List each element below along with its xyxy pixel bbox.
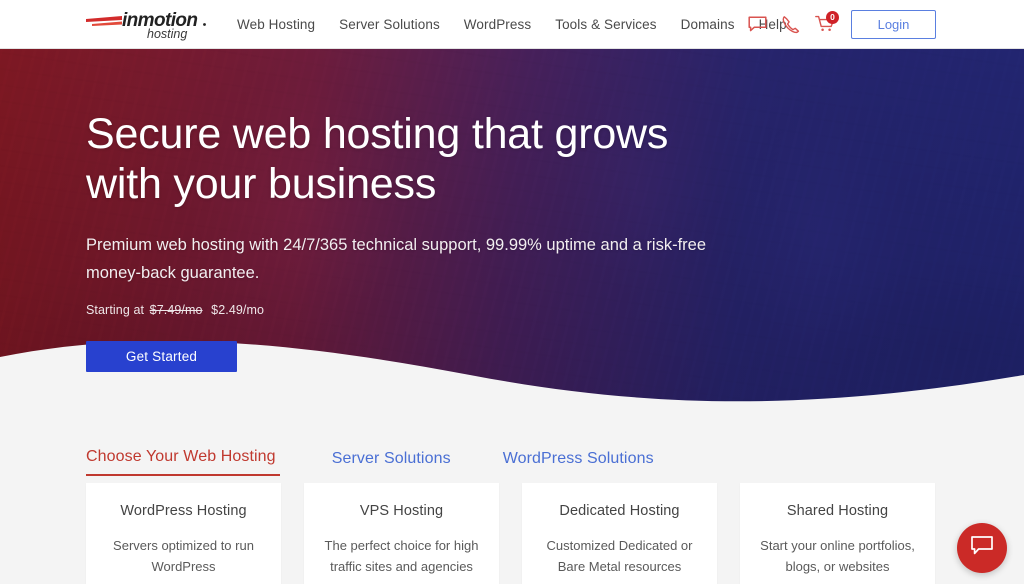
cart-count-badge: 0 (826, 10, 839, 24)
chat-fab[interactable] (957, 523, 1007, 573)
inmotion-hosting-logo[interactable]: inmotion hosting (86, 7, 210, 41)
chat-icon[interactable] (745, 12, 769, 38)
get-started-button[interactable]: Get Started (86, 341, 237, 372)
hero-section: Secure web hosting that grows with your … (0, 49, 1024, 409)
nav-item-server-solutions[interactable]: Server Solutions (327, 17, 452, 32)
nav-item-domains[interactable]: Domains (669, 17, 747, 32)
card-title: Shared Hosting (786, 503, 889, 519)
page-root: inmotion hosting Web Hosting Server Solu… (0, 0, 1024, 584)
price-original: $7.49/mo (149, 303, 203, 317)
hosting-card[interactable]: Shared Hosting Start your online portfol… (740, 483, 935, 584)
phone-icon[interactable] (779, 12, 803, 38)
card-title: Dedicated Hosting (559, 503, 680, 519)
cart-icon[interactable]: 0 (813, 10, 839, 38)
tab-wordpress-solutions[interactable]: WordPress Solutions (503, 450, 654, 476)
hero-title-line-2: with your business (86, 160, 437, 208)
card-title: WordPress Hosting (120, 503, 247, 519)
site-header: inmotion hosting Web Hosting Server Solu… (0, 0, 1024, 49)
login-button[interactable]: Login (851, 10, 936, 39)
nav-item-web-hosting[interactable]: Web Hosting (237, 17, 327, 32)
hero-content: Secure web hosting that grows with your … (86, 109, 766, 372)
chat-bubble-icon (970, 535, 994, 562)
nav-item-tools-services[interactable]: Tools & Services (543, 17, 668, 32)
card-description: Customized Dedicated or Bare Metal resou… (546, 538, 693, 574)
card-description: Servers optimized to run WordPress (113, 538, 254, 574)
hosting-card[interactable]: VPS Hosting The perfect choice for high … (304, 483, 499, 584)
tab-choose-your-web-hosting[interactable]: Choose Your Web Hosting (86, 448, 280, 476)
hosting-card-list: WordPress Hosting Servers optimized to r… (86, 483, 942, 584)
hero-subtitle: Premium web hosting with 24/7/365 techni… (86, 236, 706, 282)
header-icon-group: 0 (745, 0, 839, 49)
hero-pricing: Starting at $7.49/mo $2.49/mo (86, 303, 766, 317)
hosting-selector-section: Choose Your Web Hosting Server Solutions… (0, 409, 1024, 584)
primary-navigation: Web Hosting Server Solutions WordPress T… (237, 0, 799, 49)
card-title: VPS Hosting (359, 503, 444, 519)
nav-item-wordpress[interactable]: WordPress (452, 17, 543, 32)
tab-server-solutions[interactable]: Server Solutions (332, 450, 451, 476)
hosting-card[interactable]: Dedicated Hosting Customized Dedicated o… (522, 483, 717, 584)
hosting-tabs: Choose Your Web Hosting Server Solutions… (86, 448, 654, 476)
price-prefix-label: Starting at (86, 303, 145, 317)
hero-title-line-1: Secure web hosting that grows (86, 110, 669, 158)
hosting-card[interactable]: WordPress Hosting Servers optimized to r… (86, 483, 281, 584)
svg-text:hosting: hosting (147, 27, 187, 41)
price-discounted: $2.49/mo (211, 303, 265, 317)
card-description: The perfect choice for high traffic site… (324, 538, 479, 574)
hero-title: Secure web hosting that grows with your … (86, 109, 766, 209)
card-description: Start your online portfolios, blogs, or … (760, 538, 915, 574)
